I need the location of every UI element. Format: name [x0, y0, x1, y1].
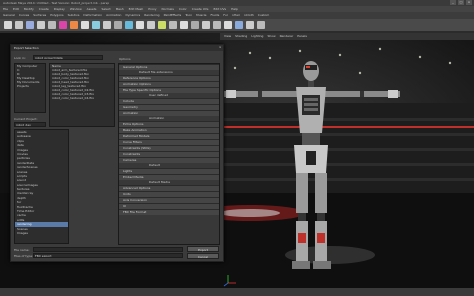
- viewport-menu-shading[interactable]: Shading: [235, 33, 247, 40]
- viewport-menu-lighting[interactable]: Lighting: [251, 33, 263, 40]
- shelf-tool-icon[interactable]: [180, 21, 188, 29]
- shelf-tool-icon[interactable]: [48, 21, 56, 29]
- shelf-tab-toon[interactable]: Toon: [185, 12, 192, 19]
- window-title: Autodesk Maya 2014: Untitled - Test Vers…: [3, 1, 110, 5]
- shelf-tool-icon[interactable]: [114, 21, 122, 29]
- shelf-tab-painteffects[interactable]: PaintEffects: [164, 12, 182, 19]
- shelf-tab-polygons[interactable]: Polygons: [50, 12, 63, 19]
- shelf-tool-icon[interactable]: [202, 21, 210, 29]
- shelf-tab-muscle[interactable]: Muscle: [196, 12, 206, 19]
- viewport-menu-renderer[interactable]: Renderer: [280, 33, 294, 40]
- look-in-field[interactable]: robot_project/data: [33, 55, 103, 60]
- file-list: Name robot_arm_textured.fbx robot_body_te…: [49, 63, 115, 127]
- option-section[interactable]: FBX File Format: [119, 209, 219, 215]
- shelf-tab-animation[interactable]: Animation: [106, 12, 121, 19]
- stadium-red-banner: [222, 126, 474, 128]
- places-sidebar: My Computer C: D: My Desktop My Documents Pro…: [14, 63, 46, 113]
- places-item[interactable]: Projects: [15, 84, 45, 88]
- current-project-field[interactable]: robot_dev: [14, 122, 46, 127]
- file-name-field[interactable]: [33, 247, 183, 252]
- shelf-tool-icon[interactable]: [37, 21, 45, 29]
- look-in-label: Look in:: [14, 56, 26, 60]
- shelf-tab-rendering[interactable]: Rendering: [144, 12, 159, 19]
- shelf-tool-icon[interactable]: [81, 21, 89, 29]
- shelf-tool-icon[interactable]: [147, 21, 155, 29]
- shelf-tab-curves[interactable]: Curves: [19, 12, 29, 19]
- export-dialog: Export Selection x Look in: robot_projec…: [10, 44, 224, 262]
- shelf-tool-icon[interactable]: [92, 21, 100, 29]
- shelf-tabs: General Curves Surfaces Polygons Subdivs Defo…: [0, 12, 474, 19]
- viewport-menu-panels[interactable]: Panels: [297, 33, 307, 40]
- shelf-tool-icon[interactable]: [103, 21, 111, 29]
- file-name-label: File name:: [14, 248, 30, 252]
- shelf-tab-ncloth[interactable]: nCloth: [244, 12, 254, 19]
- options-label: Options: [119, 57, 131, 61]
- folder-tree: assets autosave clips data images movies parti…: [14, 129, 69, 244]
- maximize-button[interactable]: □: [458, 0, 464, 5]
- shelf-tab-deformation[interactable]: Deformation: [83, 12, 102, 19]
- files-of-type-label: Files of type:: [14, 254, 34, 258]
- shelf-tool-icon[interactable]: [169, 21, 177, 29]
- files-of-type-select[interactable]: FBX export: [33, 253, 183, 258]
- stadium-lights: [233, 47, 452, 75]
- viewport-menu-view[interactable]: View: [224, 33, 231, 40]
- shelf-tool-icon[interactable]: [4, 21, 12, 29]
- file-item[interactable]: robot_color_textured_04.fbx: [50, 96, 114, 100]
- minimize-button[interactable]: _: [450, 0, 456, 5]
- folder-item[interactable]: Images: [15, 231, 68, 235]
- shelf-tab-fur[interactable]: Fur: [223, 12, 228, 19]
- shelf-tab-fluids[interactable]: Fluids: [211, 12, 220, 19]
- dialog-title-bar: Export Selection: [11, 45, 223, 51]
- dialog-close-button[interactable]: x: [219, 45, 221, 49]
- shelf-tool-icon[interactable]: [125, 21, 133, 29]
- options-panel: General Options Default file extensions Re…: [118, 63, 220, 245]
- shelf-tool-icon[interactable]: [246, 21, 254, 29]
- shelf-tool-icon[interactable]: [224, 21, 232, 29]
- shelf-tool-icon[interactable]: [235, 21, 243, 29]
- shelf-tool-icon[interactable]: [26, 21, 34, 29]
- shelf-tab-general[interactable]: General: [3, 12, 15, 19]
- shelf-tab-subdivs[interactable]: Subdivs: [68, 12, 80, 19]
- shelf-tab-surfaces[interactable]: Surfaces: [33, 12, 46, 19]
- cancel-button[interactable]: Cancel: [187, 253, 219, 259]
- current-project-label: Current Project:: [14, 117, 38, 121]
- close-window-button[interactable]: x: [466, 0, 472, 5]
- shelf-toolbar: [0, 19, 474, 31]
- shelf-tool-icon[interactable]: [59, 21, 67, 29]
- shelf-tool-icon[interactable]: [257, 21, 265, 29]
- shelf-tool-icon[interactable]: [213, 21, 221, 29]
- export-button[interactable]: Export: [187, 246, 219, 252]
- shelf-tool-icon[interactable]: [158, 21, 166, 29]
- shelf-tab-dynamics[interactable]: Dynamics: [125, 12, 140, 19]
- viewport-menu-show[interactable]: Show: [267, 33, 275, 40]
- stadium-stands: [222, 103, 474, 193]
- status-bar: [0, 288, 474, 296]
- dialog-title: Export Selection: [14, 46, 39, 50]
- viewport-menubar: View Shading Lighting Show Renderer Panels: [220, 33, 474, 40]
- shelf-tool-icon[interactable]: [70, 21, 78, 29]
- shelf-tool-icon[interactable]: [15, 21, 23, 29]
- shelf-tab-nhair[interactable]: nHair: [232, 12, 240, 19]
- shelf-tool-icon[interactable]: [191, 21, 199, 29]
- shelf-tab-custom[interactable]: Custom: [258, 12, 270, 19]
- shelf-tool-icon[interactable]: [136, 21, 144, 29]
